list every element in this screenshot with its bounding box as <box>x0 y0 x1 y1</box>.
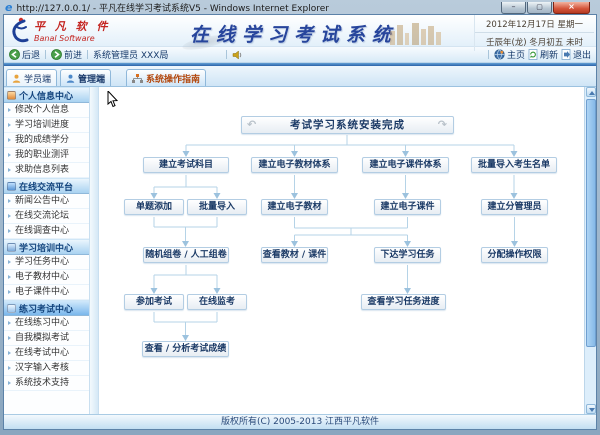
toolbar-separator <box>87 50 88 59</box>
sidebar-item[interactable]: 在线考试中心 <box>4 346 89 361</box>
sidebar-item[interactable]: 自我模拟考试 <box>4 331 89 346</box>
sidebar-item[interactable]: 电子教材中心 <box>4 270 89 285</box>
flow-node: 建立电子教材 <box>261 199 328 215</box>
flow-node: 查看学习任务进度 <box>361 294 446 310</box>
banner-arrow-right-decoration: ↷ <box>438 117 448 133</box>
sidebar-item[interactable]: 我的职业测评 <box>4 148 89 163</box>
flow-node: 分配操作权限 <box>481 247 548 263</box>
back-button[interactable]: 后退 <box>9 48 40 61</box>
speaker-icon[interactable] <box>232 50 243 60</box>
flow-node: 下达学习任务 <box>374 247 441 263</box>
banner-arrow-left-decoration: ↶ <box>247 117 257 133</box>
flow-node: 查看 / 分析考试成绩 <box>142 341 229 357</box>
flow-node: 建立电子教材体系 <box>251 157 338 173</box>
sidebar-item[interactable]: 在线练习中心 <box>4 316 89 331</box>
maximize-button[interactable] <box>527 2 552 14</box>
tab-strip: 学员端 管理端 系统操作指南 <box>4 66 596 87</box>
guide-content-area: ↶ 考试学习系统安装完成 ↷ 建立考试科目 建立电子教材体系 建立电子课件体系 … <box>99 87 596 414</box>
sidebar-item[interactable]: 在线调查中心 <box>4 224 89 239</box>
sidebar-item[interactable]: 我的成绩学分 <box>4 133 89 148</box>
scrollbar-thumb[interactable] <box>586 99 596 347</box>
admin-icon <box>66 74 75 83</box>
toolbar-separator <box>45 50 46 59</box>
scroll-down-button[interactable] <box>586 404 596 414</box>
exam-checkbox-icon <box>7 304 16 313</box>
flow-node: 单题添加 <box>124 199 184 215</box>
sidebar-item[interactable]: 系统技术支持 <box>4 376 89 391</box>
forward-button[interactable]: 前进 <box>51 48 82 61</box>
sidebar-item[interactable]: 汉字输入考核 <box>4 361 89 376</box>
title-bar: e http://127.0.0.1/ - 平凡在线学习考试系统V5 - Win… <box>0 0 600 14</box>
date-panel: 2012年12月17日 星期一 壬辰年(龙) 冬月初五 未时 <box>474 15 594 51</box>
chat-icon <box>7 182 16 191</box>
ie-icon: e <box>5 3 12 12</box>
sidebar-item[interactable]: 学习任务中心 <box>4 255 89 270</box>
sidebar-item[interactable]: 学习培训进度 <box>4 118 89 133</box>
scroll-up-button[interactable] <box>586 87 596 97</box>
lunar-date: 壬辰年(龙) 冬月初五 未时 <box>475 33 594 51</box>
sidebar-item[interactable]: 电子课件中心 <box>4 285 89 300</box>
logo-text-cn: 平 凡 软 件 <box>34 18 111 34</box>
sidebar-section-learning-training[interactable]: 学习培训中心 <box>4 239 89 255</box>
flow-node: 建立电子课件 <box>374 199 441 215</box>
tab-admin-side[interactable]: 管理端 <box>60 69 111 86</box>
sidebar-section-online-exchange[interactable]: 在线交流平台 <box>4 178 89 194</box>
flow-node: 随机组卷 / 人工组卷 <box>143 247 229 263</box>
flow-node: 批量导入考生名单 <box>471 157 557 173</box>
footer: 版权所有(C) 2005-2013 江西平凡软件 <box>4 414 596 429</box>
flow-node: 建立分管理员 <box>481 199 548 215</box>
flow-node: 在线监考 <box>187 294 247 310</box>
sidebar-item[interactable]: 在线交流论坛 <box>4 209 89 224</box>
close-button[interactable] <box>553 2 590 14</box>
app-header: 平 凡 软 件 Banal Software 在线学习考试系统 2012年12月… <box>4 15 596 47</box>
toolbar-separator <box>226 50 227 59</box>
sidebar-section-personal-info[interactable]: 个人信息中心 <box>4 87 89 103</box>
flow-node: 参加考试 <box>124 294 184 310</box>
person-card-icon <box>7 91 16 100</box>
back-icon <box>9 49 20 60</box>
mouse-cursor <box>107 91 119 108</box>
sidebar-splitter[interactable] <box>90 87 99 414</box>
sidebar-item[interactable]: 新闻公告中心 <box>4 194 89 209</box>
buildings-decoration-image <box>388 21 444 45</box>
gregorian-date: 2012年12月17日 星期一 <box>475 15 594 33</box>
copyright-text: 版权所有(C) 2005-2013 江西平凡软件 <box>221 417 379 427</box>
tab-student-side[interactable]: 学员端 <box>6 69 57 86</box>
logo-text-en: Banal Software <box>34 34 111 43</box>
sidebar-item[interactable]: 求助信息列表 <box>4 163 89 178</box>
book-icon <box>7 243 16 252</box>
flow-node: 建立考试科目 <box>143 157 229 173</box>
flow-node: ↶ 考试学习系统安装完成 ↷ <box>241 116 454 134</box>
logo-figure-icon <box>8 17 30 43</box>
forward-icon <box>51 49 62 60</box>
window-title: http://127.0.0.1/ - 平凡在线学习考试系统V5 - Windo… <box>16 1 328 14</box>
flow-node: 查看教材 / 课件 <box>261 247 328 263</box>
browser-window: e http://127.0.0.1/ - 平凡在线学习考试系统V5 - Win… <box>0 0 600 435</box>
sitemap-icon <box>132 74 143 83</box>
logged-in-user: 系统管理员 XXX局 <box>93 48 168 61</box>
flow-node: 建立电子课件体系 <box>362 157 449 173</box>
student-icon <box>12 74 21 83</box>
sidebar-item[interactable]: 修改个人信息 <box>4 103 89 118</box>
minimize-button[interactable] <box>501 2 526 14</box>
toolbar-separator <box>488 50 489 59</box>
vertical-scrollbar[interactable] <box>584 87 596 414</box>
flow-node: 批量导入 <box>187 199 247 215</box>
window-body: 平 凡 软 件 Banal Software 在线学习考试系统 2012年12月… <box>3 14 597 430</box>
sidebar: 个人信息中心 修改个人信息 学习培训进度 我的成绩学分 我的职业测评 求助信息列… <box>4 87 90 414</box>
tab-system-guide[interactable]: 系统操作指南 <box>126 69 206 86</box>
app-logo: 平 凡 软 件 Banal Software <box>8 17 111 43</box>
sidebar-section-practice-exam[interactable]: 练习考试中心 <box>4 300 89 316</box>
